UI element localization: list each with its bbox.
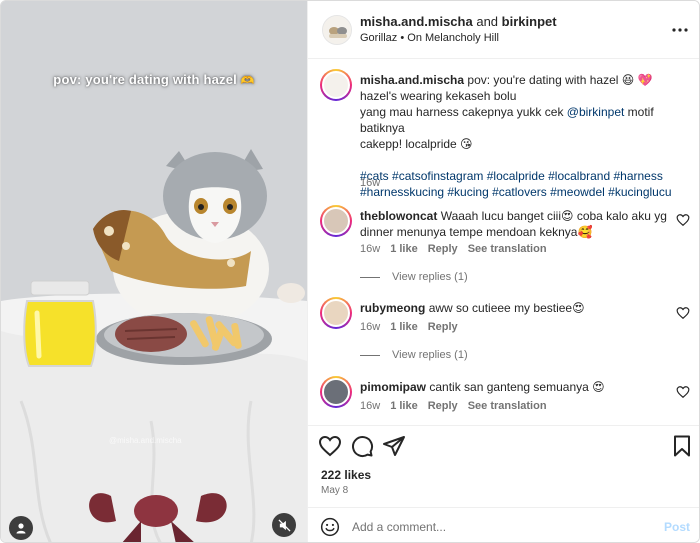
comment-translate-button[interactable]: See translation bbox=[468, 400, 547, 412]
comment-avatar[interactable] bbox=[320, 297, 352, 329]
heart-icon[interactable] bbox=[318, 434, 342, 458]
comment-like-icon[interactable] bbox=[676, 385, 690, 399]
comment-meta: 16w 1 like Reply See translation bbox=[360, 400, 547, 412]
comments-scroll-area[interactable]: misha.and.mischa pov: you're dating with… bbox=[308, 59, 699, 425]
caption-hashtags-1[interactable]: #cats #catsofinstagram #localpride #loca… bbox=[360, 168, 690, 184]
post-authors: misha.and.mischa and birkinpet bbox=[360, 14, 557, 29]
caption-line-4: cakepp! localpride 😘 bbox=[360, 137, 473, 151]
post-caption: misha.and.mischa pov: you're dating with… bbox=[360, 72, 690, 200]
comment-username[interactable]: theblowoncat bbox=[360, 209, 437, 223]
share-icon[interactable] bbox=[382, 434, 406, 458]
caption-mention[interactable]: @birkinpet bbox=[567, 105, 625, 119]
media-overlay-text: pov: you're dating with hazel 🫶 bbox=[1, 72, 307, 87]
comment-like-icon[interactable] bbox=[676, 213, 690, 227]
comment-time[interactable]: 16w bbox=[360, 243, 380, 255]
audio-info[interactable]: Gorillaz • On Melancholy Hill bbox=[360, 32, 499, 44]
comment-text: theblowoncat Waaah lucu banget ciii😍 cob… bbox=[360, 208, 670, 240]
comment-like-icon[interactable] bbox=[676, 306, 690, 320]
caption-avatar[interactable] bbox=[320, 69, 352, 101]
comment-body: aww so cutieee my bestiee😍 bbox=[428, 301, 585, 315]
post-media[interactable]: pov: you're dating with hazel 🫶 @misha.a… bbox=[1, 1, 307, 542]
view-replies-label: View replies (1) bbox=[392, 271, 468, 283]
comment-meta: 16w 1 like Reply bbox=[360, 321, 458, 333]
comment-username[interactable]: rubymeong bbox=[360, 301, 425, 315]
post-comment-button[interactable]: Post bbox=[664, 520, 690, 534]
add-comment-bar: Post bbox=[308, 507, 699, 542]
audio-separator: • bbox=[400, 32, 405, 44]
overlay-text: pov: you're dating with hazel bbox=[53, 72, 237, 87]
comment-reply-button[interactable]: Reply bbox=[428, 321, 458, 333]
view-replies-button[interactable]: View replies (1) bbox=[360, 349, 468, 361]
comment-avatar[interactable] bbox=[320, 205, 352, 237]
audio-artist: Gorillaz bbox=[360, 32, 398, 44]
post-modal: pov: you're dating with hazel 🫶 @misha.a… bbox=[0, 0, 700, 543]
comment-avatar[interactable] bbox=[320, 376, 352, 408]
comment-likes[interactable]: 1 like bbox=[390, 321, 418, 333]
view-replies-button[interactable]: View replies (1) bbox=[360, 271, 468, 283]
caption-line-1: pov: you're dating with hazel 😆 💖 bbox=[467, 73, 653, 87]
author-avatar[interactable] bbox=[322, 15, 352, 45]
emoji-icon[interactable] bbox=[320, 517, 340, 537]
media-watermark: @misha.and.mischa bbox=[109, 436, 182, 445]
view-replies-label: View replies (1) bbox=[392, 349, 468, 361]
caption-line-3-pre: yang mau harness cakepnya yukk cek bbox=[360, 105, 567, 119]
caption-username[interactable]: misha.and.mischa bbox=[360, 73, 464, 87]
author-username[interactable]: misha.and.mischa bbox=[360, 14, 473, 29]
comment-icon[interactable] bbox=[350, 434, 374, 458]
likes-count[interactable]: 222 likes bbox=[321, 468, 371, 482]
bookmark-icon[interactable] bbox=[670, 434, 694, 458]
comment-likes[interactable]: 1 like bbox=[390, 243, 418, 255]
collaborator-username[interactable]: birkinpet bbox=[502, 14, 557, 29]
comment-username[interactable]: pimomipaw bbox=[360, 380, 426, 394]
overlay-emoji: 🫶 bbox=[240, 75, 255, 87]
user-icon bbox=[16, 523, 26, 534]
more-options-button[interactable] bbox=[670, 20, 690, 40]
comment-reply-button[interactable]: Reply bbox=[428, 243, 458, 255]
audio-song: On Melancholy Hill bbox=[407, 32, 499, 44]
post-actions bbox=[308, 425, 699, 465]
comment-meta: 16w 1 like Reply See translation bbox=[360, 243, 547, 255]
comment-input[interactable] bbox=[352, 516, 642, 538]
comment-body: cantik san ganteng semuanya 😍 bbox=[429, 380, 605, 394]
author-connector: and bbox=[476, 14, 499, 29]
caption-hashtags-2[interactable]: #harnesskucing #kucing #catlovers #meowd… bbox=[360, 184, 690, 200]
comment-likes[interactable]: 1 like bbox=[390, 400, 418, 412]
avatar-image bbox=[323, 16, 351, 44]
comment-time[interactable]: 16w bbox=[360, 400, 380, 412]
mute-button[interactable] bbox=[272, 513, 296, 537]
comment-reply-button[interactable]: Reply bbox=[428, 400, 458, 412]
comment-text: pimomipaw cantik san ganteng semuanya 😍 bbox=[360, 379, 670, 395]
post-header: misha.and.mischa and birkinpet Gorillaz … bbox=[308, 1, 699, 59]
post-date[interactable]: May 8 bbox=[321, 485, 348, 496]
comment-translate-button[interactable]: See translation bbox=[468, 243, 547, 255]
caption-time[interactable]: 16w bbox=[360, 177, 380, 189]
comment-text: rubymeong aww so cutieee my bestiee😍 bbox=[360, 300, 670, 316]
comment-time[interactable]: 16w bbox=[360, 321, 380, 333]
tagged-users-button[interactable] bbox=[9, 516, 33, 540]
mute-icon bbox=[277, 518, 291, 532]
post-details-panel: misha.and.mischa and birkinpet Gorillaz … bbox=[307, 1, 699, 542]
caption-line-2: hazel's wearing kekaseh bolu bbox=[360, 89, 517, 103]
more-icon bbox=[672, 28, 688, 32]
